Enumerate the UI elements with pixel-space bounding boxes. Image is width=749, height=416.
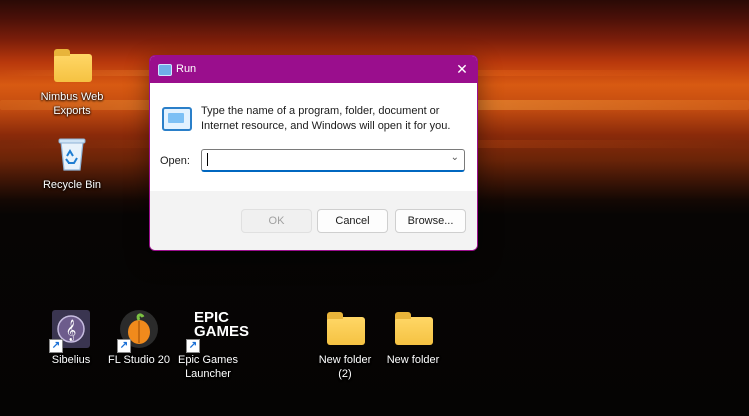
desktop-icon-epic-games[interactable]: EPIC GAMES ↗ Epic Games Launcher xyxy=(171,309,250,381)
run-icon xyxy=(162,107,192,131)
desktop-icon-label: Sibelius xyxy=(51,354,91,366)
chevron-down-icon[interactable]: ⌄ xyxy=(451,152,459,163)
shortcut-arrow-icon: ↗ xyxy=(186,339,200,353)
fl-studio-icon: ↗ xyxy=(117,309,159,353)
svg-text:𝄞: 𝄞 xyxy=(66,320,77,341)
shortcut-arrow-icon: ↗ xyxy=(49,339,63,353)
open-label: Open: xyxy=(160,155,190,167)
dialog-footer: OK Cancel Browse... xyxy=(150,191,477,250)
folder-icon xyxy=(325,309,365,349)
desktop-icon-label: New folder xyxy=(386,354,440,366)
run-app-icon xyxy=(158,64,172,76)
desktop-icon-fl-studio[interactable]: ↗ FL Studio 20 xyxy=(102,309,176,367)
dialog-description: Type the name of a program, folder, docu… xyxy=(201,105,451,132)
desktop-icon-label: Nimbus Web Exports xyxy=(40,91,104,117)
cancel-button[interactable]: Cancel xyxy=(317,209,388,233)
desktop-icon-new-folder-2[interactable]: New folder (2) xyxy=(308,309,382,381)
desktop-icon-sibelius[interactable]: 𝄞 ↗ Sibelius xyxy=(34,309,108,367)
dialog-titlebar[interactable]: Run ✕ xyxy=(150,56,477,83)
shortcut-arrow-icon: ↗ xyxy=(117,339,131,353)
open-combobox[interactable]: ⌄ xyxy=(201,149,465,172)
sibelius-icon: 𝄞 ↗ xyxy=(49,309,91,353)
folder-icon xyxy=(52,46,92,86)
run-dialog: Run ✕ Type the name of a program, folder… xyxy=(149,55,478,251)
desktop-icon-new-folder[interactable]: New folder xyxy=(376,309,450,367)
close-icon: ✕ xyxy=(456,61,468,77)
desktop-icon-label: FL Studio 20 xyxy=(108,354,170,366)
desktop-icon-label: Recycle Bin xyxy=(42,179,102,191)
recycle-bin-icon xyxy=(52,134,92,174)
browse-button[interactable]: Browse... xyxy=(395,209,466,233)
ok-button[interactable]: OK xyxy=(241,209,312,233)
folder-icon xyxy=(393,309,433,349)
desktop-icon-label: Epic Games Launcher xyxy=(178,354,238,380)
desktop-icon-label: New folder (2) xyxy=(318,354,372,380)
dialog-content: Type the name of a program, folder, docu… xyxy=(150,83,477,191)
epic-logo: EPIC GAMES xyxy=(194,309,250,340)
desktop-icon-nimbus-web-exports[interactable]: Nimbus Web Exports xyxy=(35,46,109,118)
dialog-title: Run xyxy=(176,63,197,75)
open-input[interactable] xyxy=(206,152,445,169)
close-button[interactable]: ✕ xyxy=(447,56,477,83)
desktop-icon-recycle-bin[interactable]: Recycle Bin xyxy=(35,134,109,192)
epic-games-icon: EPIC GAMES ↗ xyxy=(186,309,250,353)
